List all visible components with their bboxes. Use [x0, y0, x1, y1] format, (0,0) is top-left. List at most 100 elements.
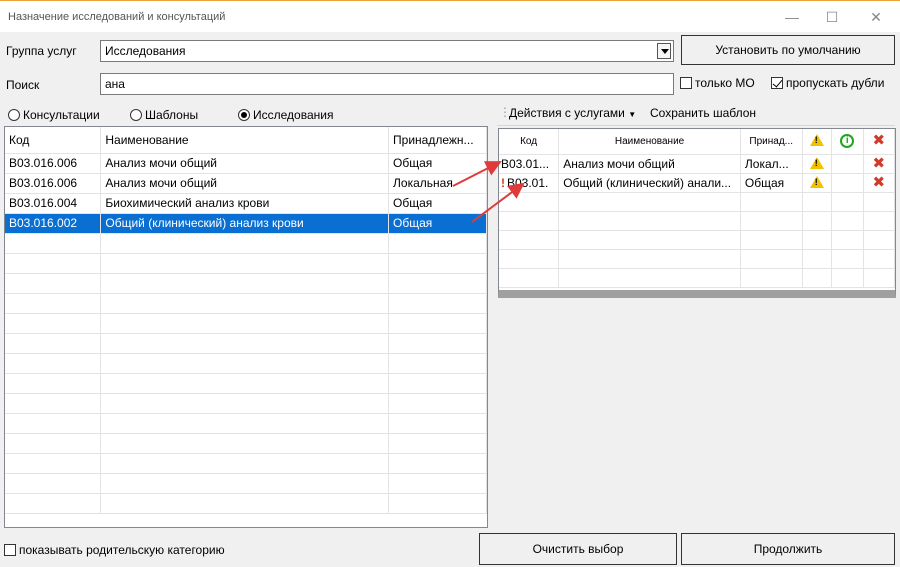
radio-consultations-dot[interactable] — [8, 109, 20, 121]
table-row[interactable]: B03.016.006 Анализ мочи общий Общая — [5, 153, 487, 174]
empty-cell — [802, 249, 833, 269]
chevron-down-icon[interactable] — [657, 43, 671, 59]
alert-mark: ! — [501, 175, 505, 190]
save-template-button[interactable]: Сохранить шаблон — [650, 106, 756, 120]
radio-research[interactable]: Исследования — [238, 108, 333, 122]
continue-button[interactable]: Продолжить — [681, 533, 895, 565]
empty-cell — [558, 211, 741, 231]
delete-icon[interactable]: ✖ — [872, 155, 885, 172]
code-text: B03.01. — [507, 175, 549, 190]
table-cell: Общая — [388, 193, 487, 214]
delete-icon[interactable]: ✖ — [872, 174, 885, 191]
only-mo-box[interactable] — [680, 77, 692, 89]
actions-menu-label: Действия с услугами — [509, 106, 625, 120]
empty-cell — [388, 473, 487, 494]
empty-cell — [5, 473, 102, 494]
column-header[interactable]: Принад... — [740, 129, 803, 155]
skip-dupes-checkbox[interactable]: пропускать дубли — [771, 76, 884, 90]
empty-cell — [5, 493, 102, 514]
table-row[interactable]: B03.016.002 Общий (клинический) анализ кр… — [5, 213, 487, 234]
empty-cell — [100, 333, 390, 354]
only-mo-checkbox[interactable]: только МО — [680, 76, 755, 90]
table-cell: Общий (клинический) анализ крови — [100, 213, 390, 234]
empty-cell — [740, 230, 803, 250]
services-grid[interactable]: Код Наименование Принадлежн... B03.016.006 А… — [4, 126, 488, 528]
column-header[interactable]: Принадлежн... — [388, 127, 487, 154]
delete-cell: ✖ — [863, 173, 895, 193]
table-cell: Локальная — [388, 173, 487, 194]
empty-row — [5, 233, 487, 254]
set-default-button[interactable]: Установить по умолчанию — [681, 35, 895, 65]
empty-cell — [100, 353, 390, 374]
column-header[interactable]: i — [831, 129, 864, 155]
empty-row — [499, 192, 895, 212]
empty-cell — [388, 413, 487, 434]
empty-cell — [388, 353, 487, 374]
empty-cell — [802, 211, 833, 231]
table-row[interactable]: B03.01... Анализ мочи общийЛокал... ✖ — [499, 154, 895, 174]
empty-cell — [740, 192, 803, 212]
radio-templates-label: Шаблоны — [145, 108, 199, 122]
table-cell: Биохимический анализ крови — [100, 193, 390, 214]
group-select[interactable]: Исследования — [100, 40, 674, 62]
empty-cell — [740, 211, 803, 231]
minimize-icon[interactable]: — — [772, 5, 812, 29]
clear-selection-button[interactable]: Очистить выбор — [479, 533, 677, 565]
column-header[interactable]: ✖ — [863, 129, 895, 155]
column-header[interactable]: Наименование — [100, 127, 390, 154]
empty-row — [5, 293, 487, 314]
empty-cell — [5, 413, 102, 434]
table-header: КодНаименованиеПринад... i ✖ — [499, 129, 895, 155]
show-parent-checkbox[interactable]: показывать родительскую категорию — [4, 543, 225, 557]
empty-cell — [100, 373, 390, 394]
empty-cell — [100, 293, 390, 314]
table-cell: Анализ мочи общий — [100, 173, 390, 194]
radio-templates[interactable]: Шаблоны — [130, 108, 198, 122]
table-row[interactable]: ! B03.01. Общий (клинический) анали... Обща… — [499, 173, 895, 193]
right-toolbar: ⋮ Действия с услугами ▼ Сохранить шаблон — [497, 102, 895, 126]
empty-row — [5, 333, 487, 354]
empty-cell — [388, 233, 487, 254]
show-parent-box[interactable] — [4, 544, 16, 556]
column-header[interactable]: Наименование — [558, 129, 741, 155]
empty-cell — [100, 493, 390, 514]
warning-icon — [809, 134, 824, 147]
column-header[interactable]: Код — [5, 127, 102, 154]
radio-consultations[interactable]: Консультации — [8, 108, 100, 122]
maximize-icon[interactable]: ☐ — [812, 5, 852, 29]
empty-cell — [831, 192, 864, 212]
empty-row — [5, 453, 487, 474]
column-header[interactable] — [802, 129, 833, 155]
info-cell — [831, 173, 864, 193]
search-input[interactable]: ана — [100, 73, 674, 95]
selected-services-grid[interactable]: КодНаименованиеПринад... i ✖ B03.01... Анали… — [498, 128, 896, 298]
table-row[interactable]: B03.016.006 Анализ мочи общий Локальная — [5, 173, 487, 194]
empty-cell — [100, 393, 390, 414]
radio-research-dot[interactable] — [238, 109, 250, 121]
empty-cell — [863, 249, 895, 269]
skip-dupes-box[interactable] — [771, 77, 783, 89]
empty-cell — [100, 433, 390, 454]
empty-cell — [558, 192, 741, 212]
code-text: B03.01... — [501, 156, 550, 171]
empty-cell — [802, 268, 833, 288]
empty-cell — [5, 373, 102, 394]
empty-row — [5, 413, 487, 434]
actions-menu[interactable]: Действия с услугами ▼ — [509, 106, 636, 120]
close-icon[interactable]: ✕ — [856, 5, 896, 29]
empty-cell — [100, 253, 390, 274]
empty-cell — [388, 253, 487, 274]
radio-templates-dot[interactable] — [130, 109, 142, 121]
empty-cell — [499, 230, 560, 250]
empty-cell — [558, 268, 741, 288]
column-header[interactable]: Код — [499, 129, 560, 155]
table-row[interactable]: B03.016.004 Биохимический анализ крови Общ… — [5, 193, 487, 214]
empty-row — [5, 253, 487, 274]
empty-cell — [5, 293, 102, 314]
empty-cell — [100, 233, 390, 254]
code-cell: B03.01... — [499, 154, 560, 174]
info-icon: i — [840, 134, 855, 149]
empty-row — [5, 433, 487, 454]
empty-cell — [100, 413, 390, 434]
title-bar: Назначение исследований и консультаций —… — [0, 0, 900, 32]
